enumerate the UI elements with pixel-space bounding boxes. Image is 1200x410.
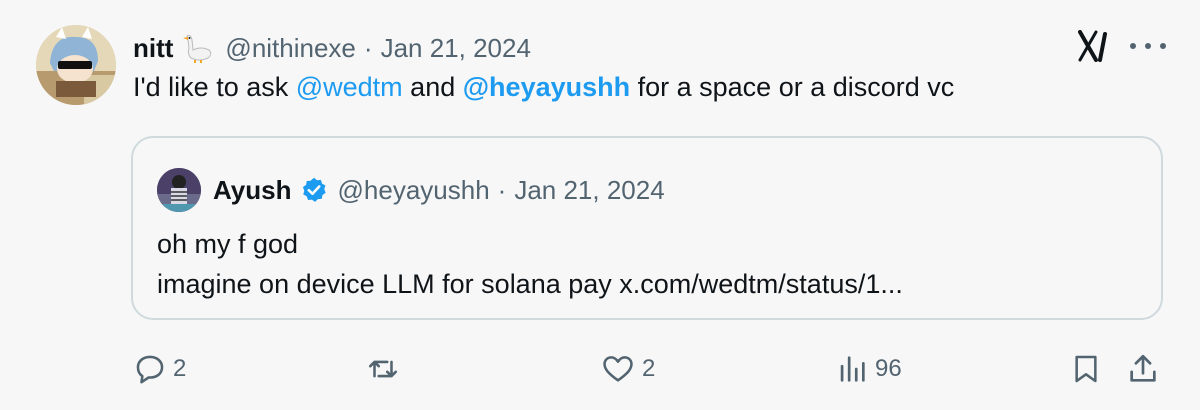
quote-line: oh my f god <box>157 229 299 259</box>
more-icon[interactable] <box>1130 30 1166 62</box>
separator: · <box>497 174 507 205</box>
share-icon <box>1126 352 1160 386</box>
verified-badge-icon <box>300 176 328 204</box>
views-icon <box>835 352 869 386</box>
retweet-button[interactable] <box>365 345 401 393</box>
author-handle[interactable]: @nithinexe <box>225 33 355 64</box>
share-button[interactable] <box>1126 345 1160 393</box>
quote-text: oh my f god imagine on device LLM for so… <box>157 224 903 304</box>
views-button[interactable]: 96 <box>835 345 902 393</box>
author-name[interactable]: nitt <box>133 33 173 64</box>
quote-tweet-card[interactable]: Ayush @heyayushh · Jan 21, 2024 oh my f … <box>131 136 1163 320</box>
mention-link[interactable]: @heyayushh <box>463 72 630 102</box>
goose-emoji-icon <box>181 32 215 64</box>
quote-header: Ayush @heyayushh · Jan 21, 2024 <box>213 168 665 212</box>
quote-line: imagine on device LLM for solana pay x.c… <box>157 269 903 299</box>
reply-icon <box>133 352 167 386</box>
mention-link[interactable]: @wedtm <box>296 72 403 102</box>
action-bar: 2 2 96 <box>0 345 1200 393</box>
reply-button[interactable]: 2 <box>133 345 186 393</box>
quote-date[interactable]: Jan 21, 2024 <box>514 175 664 206</box>
quote-author-handle[interactable]: @heyayushh <box>338 175 490 206</box>
like-count: 2 <box>642 355 656 382</box>
reply-count: 2 <box>173 355 187 382</box>
separator: · <box>363 32 373 63</box>
tweet-text-part: for a space or a discord vc <box>630 72 955 102</box>
views-count: 96 <box>875 355 902 382</box>
retweet-icon <box>365 352 401 386</box>
bookmark-icon <box>1070 352 1102 386</box>
x-logo-icon[interactable] <box>1078 30 1112 62</box>
tweet-text-part: I'd like to ask <box>133 72 296 102</box>
tweet-header: nitt @nithinexe · Jan 21, 2024 <box>133 28 531 68</box>
quote-avatar[interactable] <box>157 168 201 212</box>
tweet-text: I'd like to ask @wedtm and @heyayushh fo… <box>133 72 954 103</box>
bookmark-button[interactable] <box>1070 345 1102 393</box>
tweet-date[interactable]: Jan 21, 2024 <box>381 33 531 64</box>
tweet-text-part: and <box>402 72 463 102</box>
like-icon <box>600 352 636 386</box>
avatar[interactable] <box>36 25 116 105</box>
quote-author-name[interactable]: Ayush <box>213 175 292 206</box>
like-button[interactable]: 2 <box>600 345 655 393</box>
